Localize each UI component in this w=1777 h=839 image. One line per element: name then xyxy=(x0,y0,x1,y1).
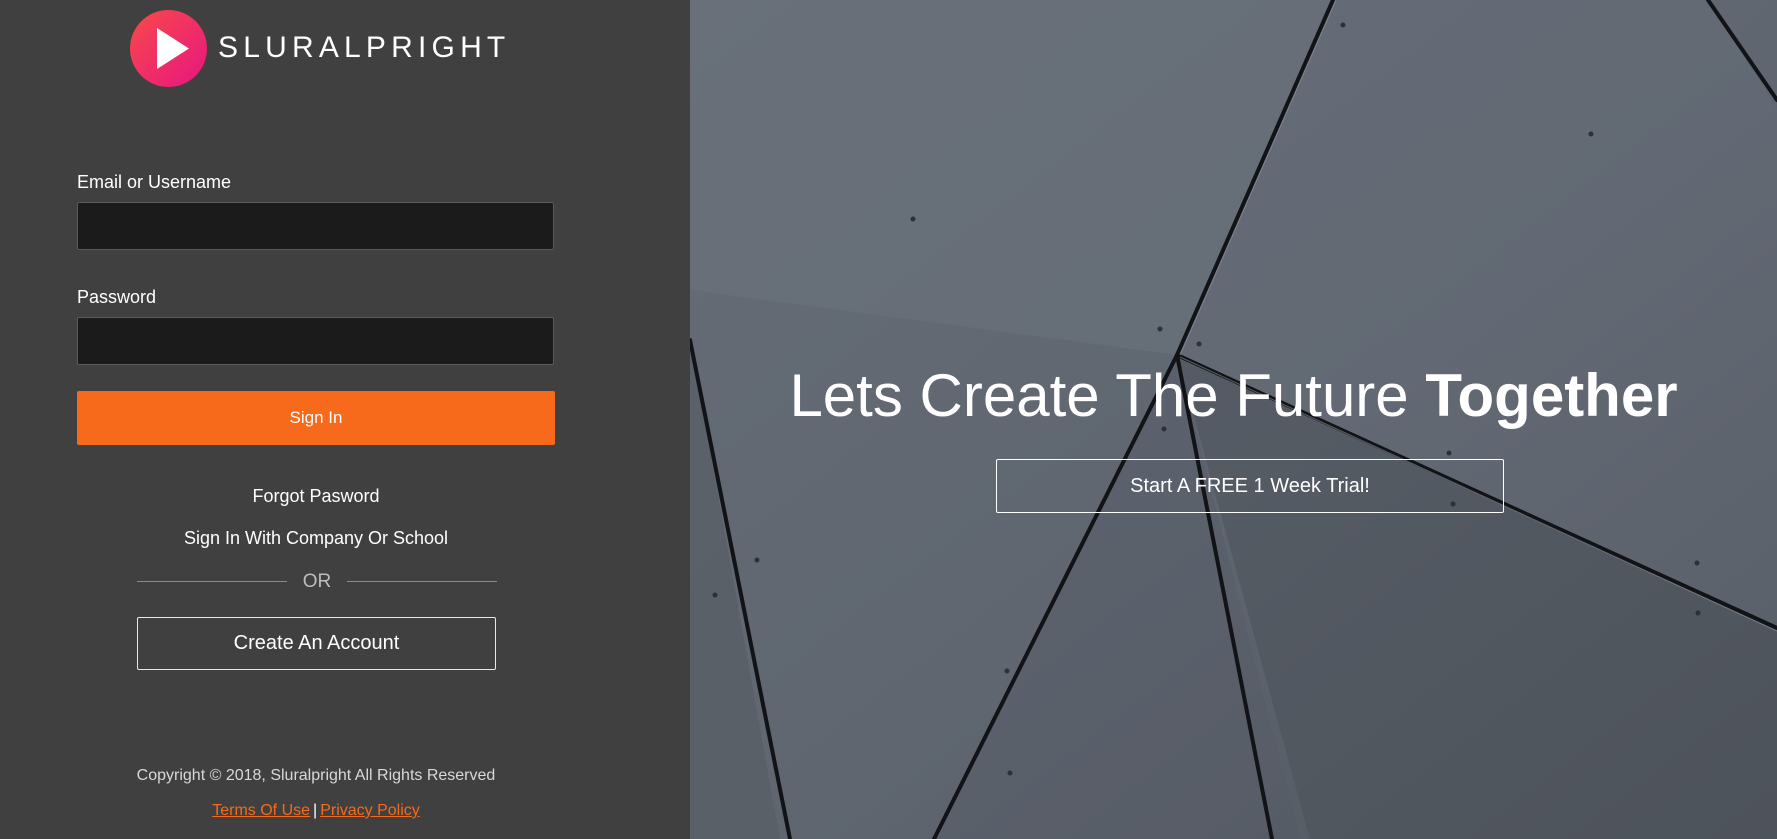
company-school-signin-link[interactable]: Sign In With Company Or School xyxy=(0,529,632,547)
or-text: OR xyxy=(302,570,332,592)
hero-panel: Lets Create The Future Together Start A … xyxy=(690,0,1777,839)
email-label: Email or Username xyxy=(77,172,232,192)
password-input[interactable] xyxy=(77,317,554,365)
legal-links: Terms Of Use | Privacy Policy xyxy=(0,803,632,819)
sign-in-button[interactable]: Sign In xyxy=(77,391,555,445)
hero-title-light: Lets Create The Future xyxy=(789,362,1426,429)
divider-line-left xyxy=(137,580,287,582)
copyright-text: Copyright © 2018, Sluralpright All Right… xyxy=(136,767,496,784)
password-label: Password xyxy=(77,287,157,307)
free-trial-button[interactable]: Start A FREE 1 Week Trial! xyxy=(996,459,1504,513)
or-divider: OR xyxy=(137,570,497,592)
create-account-button[interactable]: Create An Account xyxy=(137,617,496,670)
brand-name: SLURALPRIGHT xyxy=(218,31,511,64)
privacy-policy-link[interactable]: Privacy Policy xyxy=(320,802,420,819)
login-panel: SLURALPRIGHT Email or Username Password … xyxy=(0,0,690,839)
hero-title: Lets Create The Future Together xyxy=(690,360,1777,432)
forgot-password-link[interactable]: Forgot Pasword xyxy=(0,487,632,505)
legal-separator: | xyxy=(313,802,318,819)
brand-logo[interactable]: SLURALPRIGHT xyxy=(130,9,510,87)
email-username-input[interactable] xyxy=(77,202,554,250)
hero-title-bold: Together xyxy=(1425,362,1678,429)
terms-of-use-link[interactable]: Terms Of Use xyxy=(212,802,310,819)
divider-line-right xyxy=(347,580,497,582)
play-logo-icon xyxy=(130,9,207,87)
